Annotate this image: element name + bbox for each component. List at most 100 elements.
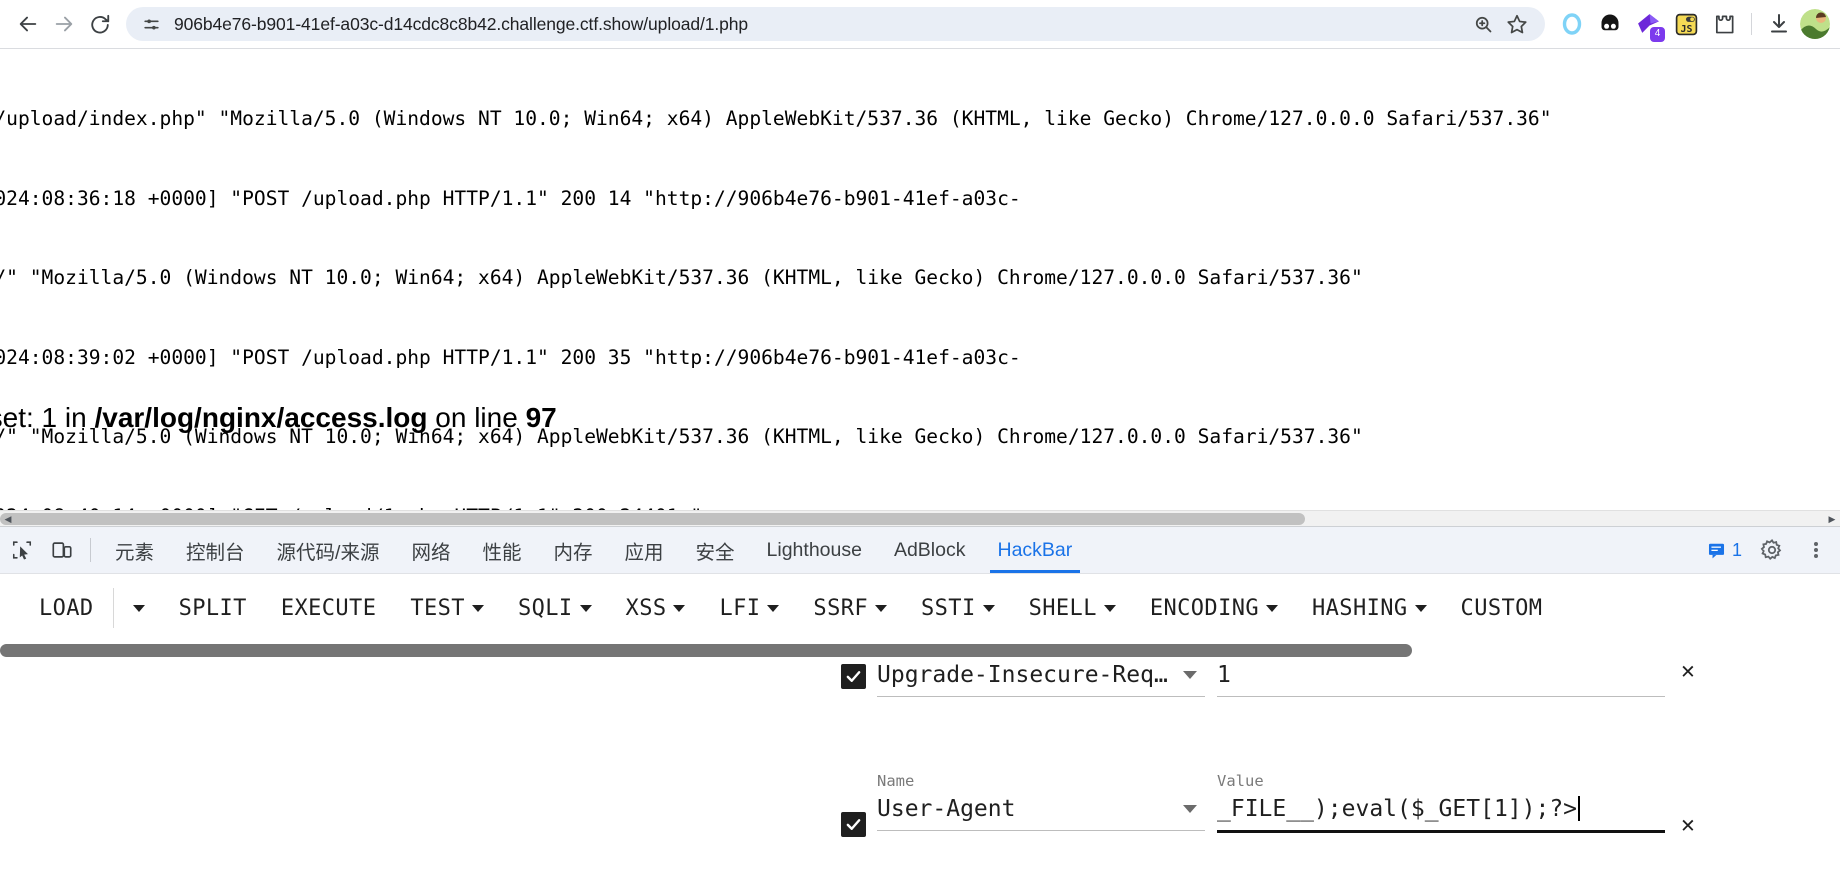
zoom-icon[interactable] — [1469, 10, 1497, 38]
downloads-icon[interactable] — [1762, 7, 1796, 41]
button-label: SSRF — [813, 595, 869, 621]
header-row: Name User-Agent Value _FILE__);eval($_GE… — [835, 770, 1840, 838]
avatar[interactable] — [1800, 9, 1830, 39]
hackbar-xss-menu[interactable]: XSS — [609, 596, 703, 621]
site-settings-icon[interactable] — [140, 13, 162, 35]
more-options-icon[interactable] — [1796, 530, 1836, 570]
devtools-tab-network[interactable]: 网络 — [395, 527, 466, 573]
chevron-down-icon — [132, 604, 145, 612]
hackbar-load-dropdown[interactable] — [116, 604, 162, 612]
tab-label: 安全 — [695, 541, 735, 564]
log-line: 02/Aug/2024:08:36:18 +0000] "POST /uploa… — [0, 186, 1021, 210]
address-bar[interactable]: 906b4e76-b901-41ef-a03c-d14cdc8c8b42.cha… — [126, 7, 1545, 41]
bookmark-star-icon[interactable] — [1503, 10, 1531, 38]
header-name-field[interactable]: Name User-Agent — [871, 770, 1211, 831]
devtools-tabbar-right: 1 — [1701, 527, 1840, 573]
devtools-tab-sources[interactable]: 源代码/来源 — [261, 527, 396, 573]
page-content: ctf.show/upload/index.php" "Mozilla/5.0 … — [0, 48, 1840, 526]
devtools-tab-elements[interactable]: 元素 — [99, 527, 170, 573]
log-line: ctf.show/" "Mozilla/5.0 (Windows NT 10.0… — [0, 266, 1363, 289]
hackbar-toolbar: LOAD SPLIT EXECUTE TEST SQLI XSS LFI SSR… — [0, 574, 1840, 642]
hackbar-custom-menu[interactable]: CUSTOM — [1444, 596, 1560, 621]
chevron-down-icon[interactable] — [1183, 805, 1197, 813]
extension-badge-count: 4 — [1650, 27, 1665, 42]
tab-label: 网络 — [411, 541, 451, 564]
device-toolbar-icon[interactable] — [42, 527, 82, 573]
header-value-field[interactable]: Value _FILE__);eval($_GET[1]);?> — [1211, 770, 1671, 833]
text-cursor — [1578, 796, 1581, 821]
ring-extension-icon[interactable] — [1555, 7, 1589, 41]
devtools-panel: 元素 控制台 源代码/来源 网络 性能 内存 应用 安全 Lighthouse … — [0, 526, 1840, 884]
chevron-down-icon — [471, 604, 484, 612]
field-underline — [877, 830, 1205, 831]
scrollbar-thumb[interactable] — [0, 644, 1412, 657]
chevron-down-icon — [579, 604, 592, 612]
header-row-overflow: ✕ — [1681, 812, 1695, 838]
button-label: SQLI — [517, 595, 573, 621]
warning-prefix: offset: 1 in — [0, 402, 87, 433]
button-label: SPLIT — [178, 595, 247, 621]
hackbar-split-button[interactable]: SPLIT — [162, 596, 264, 621]
header-value-text: _FILE__);eval($_GET[1]);?> — [1217, 796, 1578, 822]
diamond-extension-icon[interactable]: 4 — [1631, 7, 1665, 42]
devtools-tab-console[interactable]: 控制台 — [170, 527, 261, 573]
browser-toolbar: 906b4e76-b901-41ef-a03c-d14cdc8c8b42.cha… — [0, 0, 1840, 48]
scroll-right-arrow[interactable]: ▶ — [1824, 511, 1840, 526]
button-label: ENCODING — [1149, 595, 1260, 621]
extensions-puzzle-icon[interactable] — [1707, 7, 1741, 41]
hackbar-test-menu[interactable]: TEST — [393, 596, 501, 621]
svg-text:JS: JS — [1680, 23, 1692, 34]
header-name-column-label: Name — [877, 772, 915, 790]
hackbar-sqli-menu[interactable]: SQLI — [501, 596, 609, 621]
header-value-value: 1 — [1217, 662, 1231, 688]
hackbar-load-button[interactable]: LOAD — [22, 596, 111, 621]
settings-gear-icon[interactable] — [1752, 530, 1792, 570]
devtools-tab-hackbar[interactable]: HackBar — [982, 527, 1089, 573]
tab-label: Lighthouse — [766, 538, 862, 561]
checkbox-checked-icon — [840, 664, 866, 689]
chevron-down-icon[interactable] — [1183, 671, 1197, 679]
reload-button[interactable] — [82, 6, 118, 42]
hackbar-ssrf-menu[interactable]: SSRF — [796, 596, 904, 621]
hackbar-hashing-menu[interactable]: HASHING — [1295, 596, 1444, 621]
page-horizontal-scrollbar[interactable]: ◀ ▶ — [0, 510, 1840, 526]
message-count-indicator[interactable]: 1 — [1701, 540, 1748, 561]
warning-middle: on line — [427, 402, 526, 433]
header-row-overflow: ✕ — [1681, 658, 1695, 684]
hackbar-shell-menu[interactable]: SHELL — [1012, 596, 1133, 621]
hackbar-lfi-menu[interactable]: LFI — [702, 596, 796, 621]
devtools-tab-memory[interactable]: 内存 — [537, 527, 608, 573]
hackbar-encoding-menu[interactable]: ENCODING — [1133, 596, 1295, 621]
devtools-tab-performance[interactable]: 性能 — [466, 527, 537, 573]
scroll-left-arrow[interactable]: ◀ — [0, 511, 16, 526]
hackbar-execute-button[interactable]: EXECUTE — [264, 596, 394, 621]
devtools-tab-lighthouse[interactable]: Lighthouse — [751, 527, 878, 573]
hackbar-ssti-menu[interactable]: SSTI — [904, 596, 1012, 621]
js-extension-icon[interactable]: JS — [1669, 7, 1703, 41]
forward-button[interactable] — [46, 6, 82, 42]
message-count: 1 — [1731, 539, 1742, 560]
button-label: LFI — [719, 595, 761, 621]
scrollbar-thumb[interactable] — [0, 513, 1305, 525]
back-button[interactable] — [10, 6, 46, 42]
header-enabled-checkbox[interactable] — [835, 658, 871, 689]
tab-label: HackBar — [997, 538, 1073, 561]
field-underline — [877, 696, 1205, 697]
eyes-extension-icon[interactable] — [1593, 7, 1627, 41]
toolbar-divider — [1751, 13, 1752, 35]
hackbar-horizontal-scrollbar[interactable] — [0, 642, 1840, 658]
header-name-field[interactable]: Upgrade-Insecure-Req… — [871, 658, 1211, 697]
tab-label: 元素 — [115, 541, 155, 564]
button-label: CUSTOM — [1460, 595, 1543, 621]
chevron-down-icon — [1103, 604, 1116, 612]
header-enabled-checkbox[interactable] — [835, 770, 871, 837]
devtools-tab-adblock[interactable]: AdBlock — [878, 527, 982, 573]
devtools-tab-application[interactable]: 应用 — [609, 527, 680, 573]
tab-label: 内存 — [553, 541, 593, 564]
hackbar-body: Upgrade-Insecure-Req… 1 ✕ Name User-Agen… — [0, 642, 1840, 884]
header-value-field[interactable]: 1 — [1211, 658, 1671, 697]
inspect-element-icon[interactable] — [2, 527, 42, 573]
devtools-tab-security[interactable]: 安全 — [680, 527, 751, 573]
header-row: Upgrade-Insecure-Req… 1 ✕ — [835, 658, 1840, 697]
chevron-down-icon — [875, 604, 888, 612]
